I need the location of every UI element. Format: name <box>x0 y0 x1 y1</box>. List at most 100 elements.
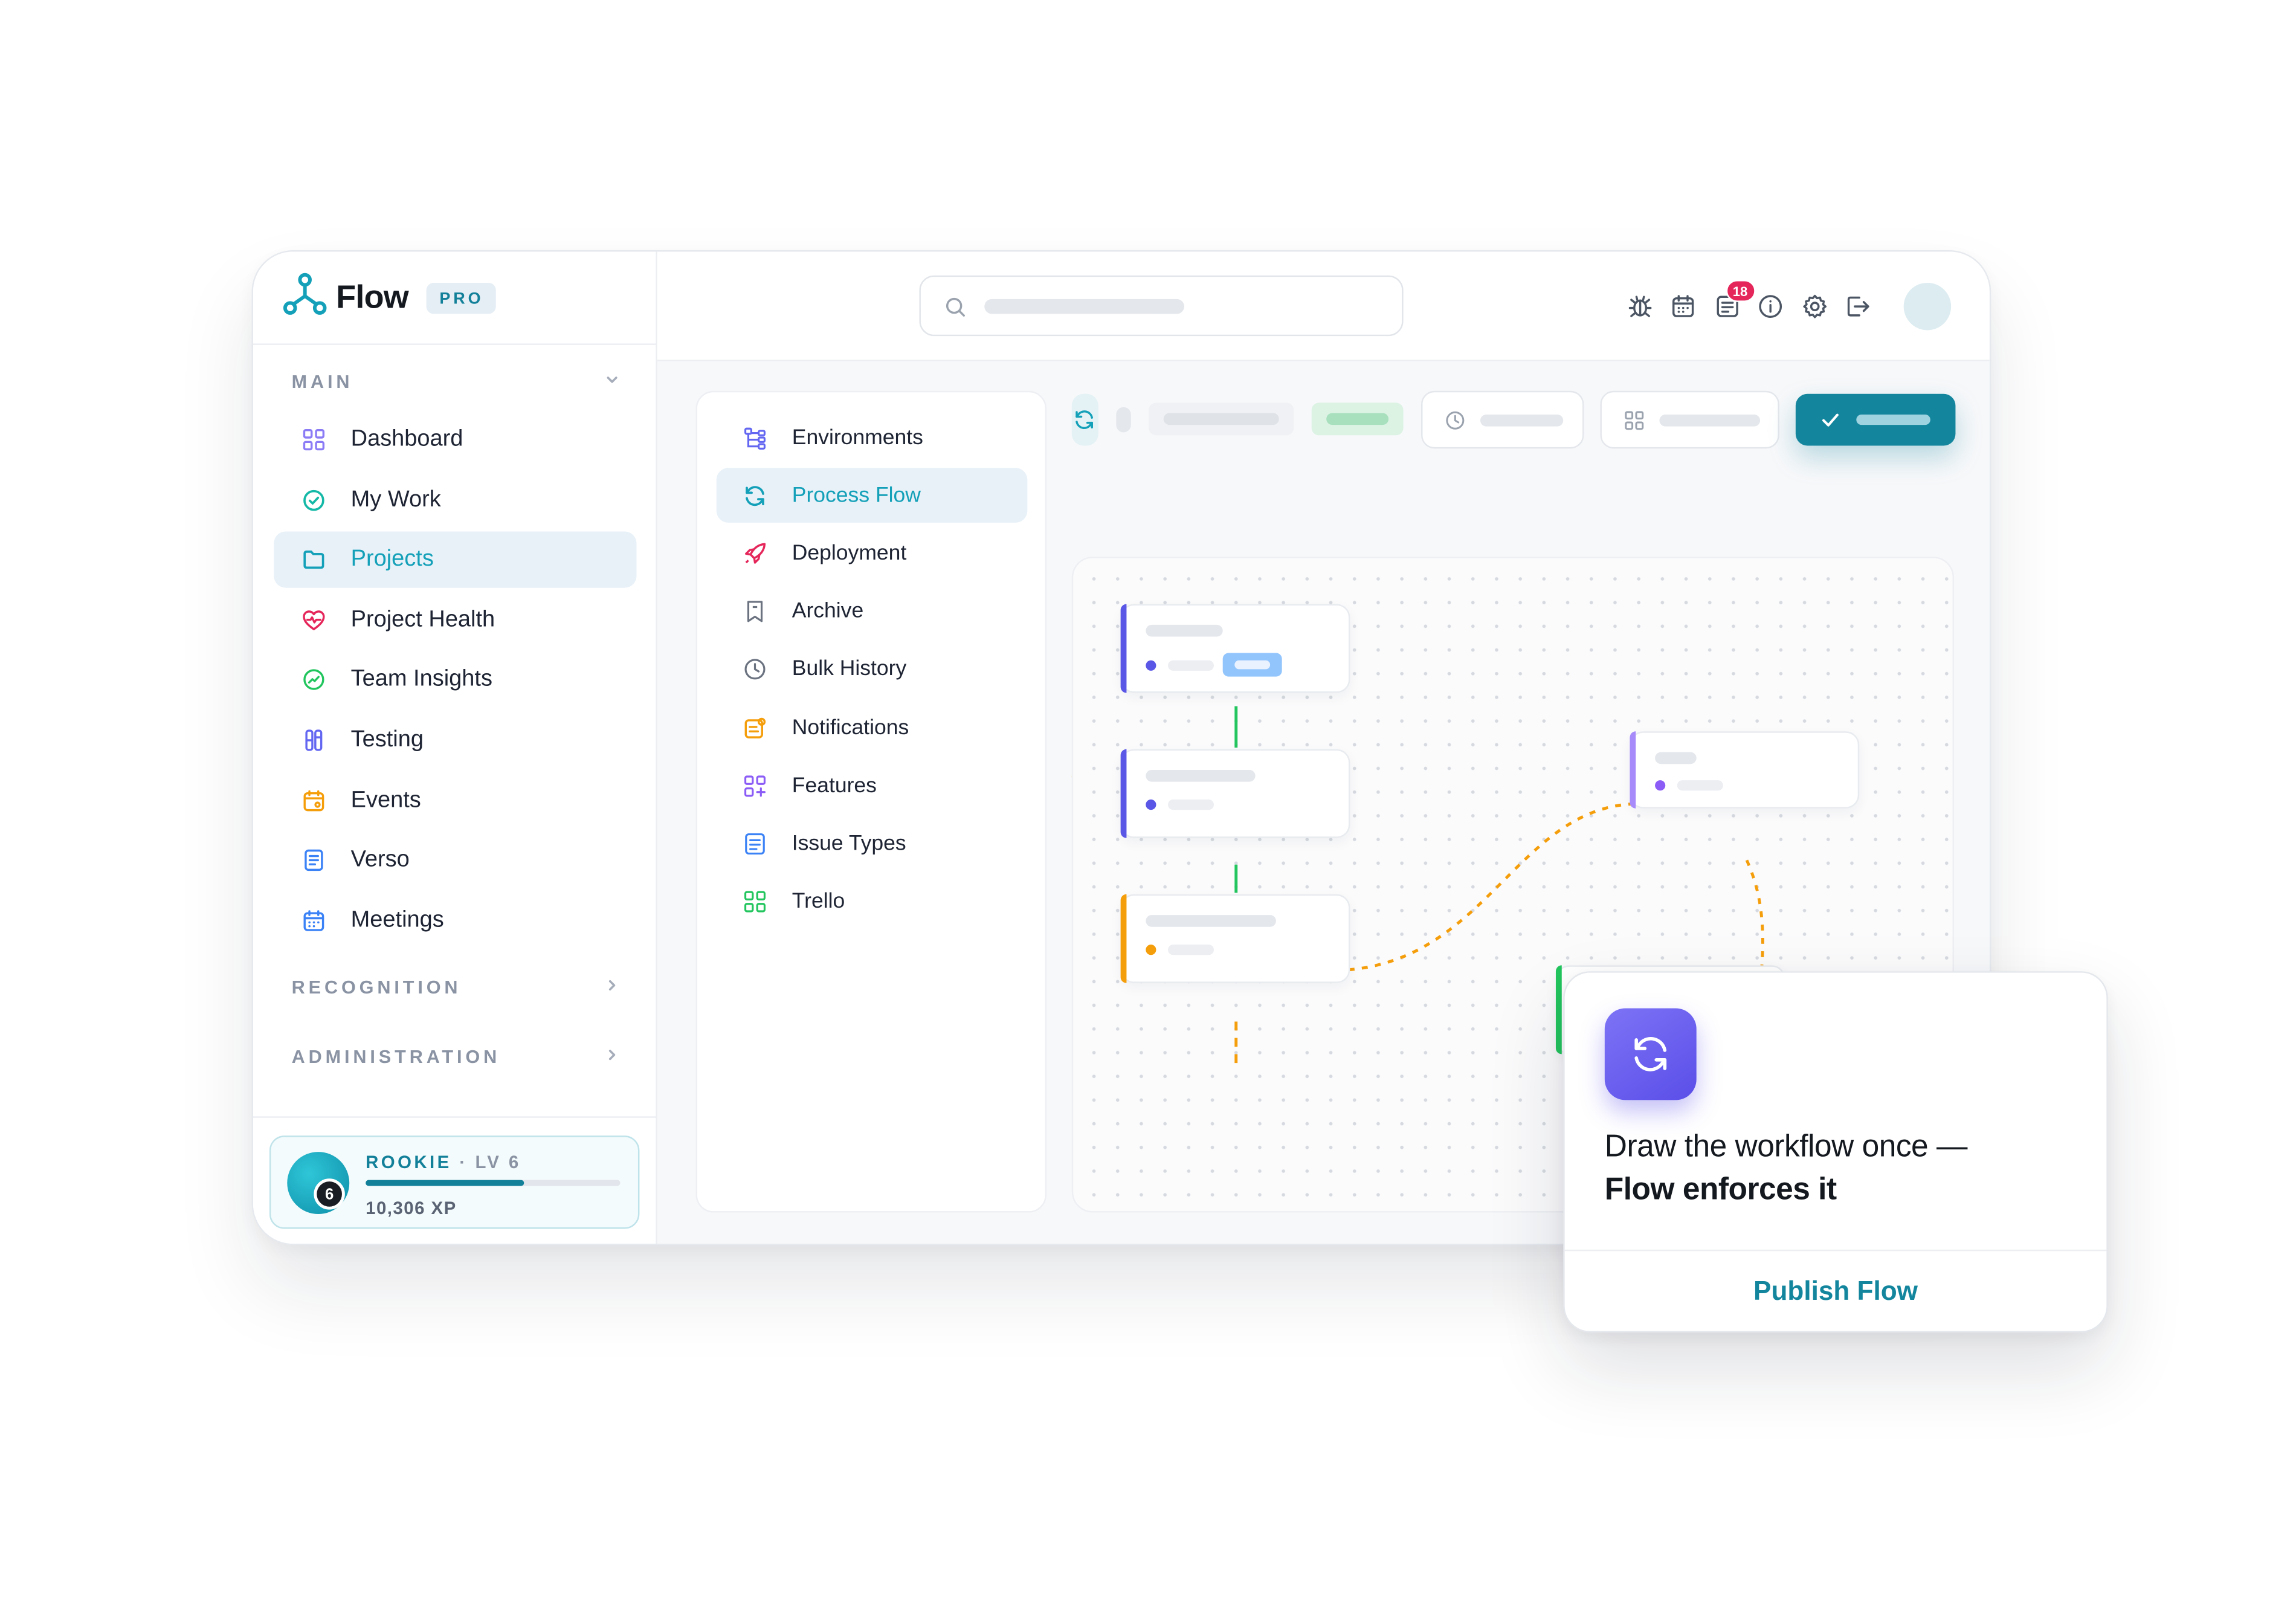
profile-xp-card[interactable]: 6 ROOKIE · LV 6 10,306 XP <box>269 1135 640 1229</box>
subnav-item-label: Deployment <box>792 541 907 566</box>
brand[interactable]: Flow PRO <box>283 272 496 320</box>
header: 18 <box>657 251 1990 361</box>
notification-icon <box>743 716 767 740</box>
subnav-item-environments[interactable]: Environments <box>717 410 1028 465</box>
list-icon <box>743 832 767 856</box>
subnav-item-trello[interactable]: Trello <box>717 874 1028 929</box>
chevron-right-icon <box>604 1047 621 1067</box>
features-icon <box>743 774 767 798</box>
settings-icon[interactable] <box>1799 292 1829 321</box>
section-recognition-header[interactable]: RECOGNITION <box>292 977 621 998</box>
date-picker-button[interactable] <box>1421 390 1584 449</box>
sidebar-item-label: Meetings <box>350 907 444 933</box>
refresh-icon <box>1604 1008 1697 1100</box>
subnav-item-label: Environments <box>792 425 923 450</box>
sidebar-item-label: Testing <box>350 726 424 752</box>
heart-pulse-icon <box>300 607 327 633</box>
divider <box>253 343 656 345</box>
trend-icon <box>300 667 327 693</box>
rank-label: ROOKIE · LV 6 <box>366 1152 521 1172</box>
flow-node[interactable] <box>1120 749 1350 838</box>
logo-icon <box>283 272 327 324</box>
sidebar-item-projects[interactable]: Projects <box>274 532 637 589</box>
clock-icon <box>1446 411 1465 430</box>
subnav-item-label: Issue Types <box>792 832 906 856</box>
subnav-item-archive[interactable]: Archive <box>717 584 1028 639</box>
brand-name: Flow <box>336 278 409 315</box>
logout-icon[interactable] <box>1843 292 1872 321</box>
notification-badge: 18 <box>1725 280 1755 302</box>
search-icon <box>946 297 965 317</box>
publish-flow-button[interactable]: Publish Flow <box>1565 1251 2107 1332</box>
rank-name: ROOKIE <box>366 1152 452 1173</box>
subnav-item-label: Bulk History <box>792 657 907 682</box>
sidebar-item-label: Team Insights <box>350 667 492 693</box>
publish-popover: Draw the workflow once — Flow enforces i… <box>1563 971 2108 1332</box>
sidebar-item-label: My Work <box>350 486 441 512</box>
subnav-item-issue-types[interactable]: Issue Types <box>717 816 1028 871</box>
search-input[interactable] <box>919 275 1404 337</box>
rocket-icon <box>743 541 767 565</box>
check-circle-icon <box>300 486 327 513</box>
sidebar-item-label: Events <box>350 787 421 813</box>
subnav-item-label: Archive <box>792 599 864 624</box>
sidebar-item-project-health[interactable]: Project Health <box>274 592 636 648</box>
calendar-icon <box>300 907 327 934</box>
user-avatar[interactable] <box>1903 282 1952 331</box>
sync-button[interactable] <box>1071 393 1098 446</box>
subnav-item-process-flow[interactable]: Process Flow <box>716 468 1028 523</box>
search-placeholder-bar <box>984 299 1184 314</box>
flow-node[interactable] <box>1120 604 1350 693</box>
xp-progress-bar <box>366 1180 621 1186</box>
view-toggle-button[interactable] <box>1600 390 1779 449</box>
chevron-down-icon <box>604 372 621 392</box>
section-administration-header[interactable]: ADMINISTRATION <box>292 1047 621 1067</box>
flow-node[interactable] <box>1630 731 1860 809</box>
sidebar-item-label: Project Health <box>350 607 495 632</box>
flow-node[interactable] <box>1120 894 1350 983</box>
settings-subnav: Environments Process Flow Deployment Arc… <box>695 390 1047 1213</box>
sidebar-item-meetings[interactable]: Meetings <box>274 893 636 949</box>
save-button[interactable] <box>1795 393 1956 446</box>
sidebar-item-dashboard[interactable]: Dashboard <box>274 412 636 468</box>
folder-icon <box>300 547 327 573</box>
subnav-item-deployment[interactable]: Deployment <box>717 526 1028 581</box>
divider <box>253 1116 656 1118</box>
rank-separator: · <box>459 1152 468 1173</box>
sidebar-item-verso[interactable]: Verso <box>274 832 636 888</box>
hierarchy-icon <box>743 425 767 449</box>
refresh-icon <box>743 483 767 507</box>
section-main-label: MAIN <box>291 371 353 393</box>
bug-icon[interactable] <box>1625 292 1654 321</box>
popover-subtitle: Flow enforces it <box>1604 1172 1837 1207</box>
sidebar-item-label: Verso <box>350 847 410 873</box>
popover-title: Draw the workflow once — <box>1604 1129 1968 1164</box>
sidebar-item-team-insights[interactable]: Team Insights <box>274 652 636 708</box>
calendar-icon[interactable] <box>1668 292 1698 321</box>
sidebar-item-label: Projects <box>350 546 434 572</box>
check-icon <box>1822 413 1839 427</box>
sidebar-item-testing[interactable]: Testing <box>274 712 636 768</box>
level-badge: 6 <box>314 1178 345 1210</box>
rank-level: LV 6 <box>475 1152 521 1173</box>
chevron-right-icon <box>604 977 621 998</box>
subnav-item-notifications[interactable]: Notifications <box>717 700 1028 755</box>
subnav-item-bulk-history[interactable]: Bulk History <box>717 642 1028 697</box>
inbox-icon[interactable]: 18 <box>1712 280 1755 321</box>
subnav-item-label: Notifications <box>792 716 909 740</box>
subnav-item-label: Features <box>792 774 877 798</box>
subnav-item-features[interactable]: Features <box>717 758 1028 813</box>
toolbar-placeholder <box>1116 407 1131 433</box>
xp-progress-fill <box>366 1180 524 1186</box>
sidebar-item-events[interactable]: Events <box>274 772 636 829</box>
document-icon <box>300 847 327 874</box>
sidebar-item-my-work[interactable]: My Work <box>274 472 636 528</box>
calendar-star-icon <box>300 787 327 813</box>
section-main-header[interactable]: MAIN <box>292 372 621 392</box>
status-badge <box>1311 402 1404 436</box>
board-icon <box>743 890 767 914</box>
grid-icon <box>300 427 327 453</box>
info-icon[interactable] <box>1756 292 1785 321</box>
archive-icon <box>743 599 767 623</box>
toolbar-placeholder <box>1149 402 1294 436</box>
